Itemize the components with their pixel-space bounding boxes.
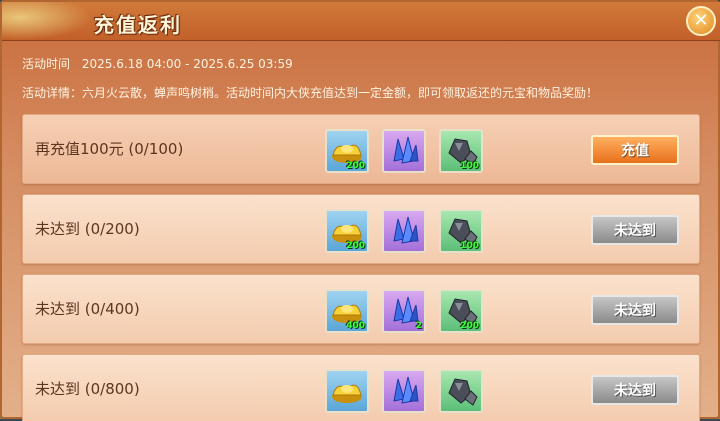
reward-tier-row: 未达到 (0/200) 200 100 未达到 — [22, 194, 700, 264]
reward-quantity: 400 — [346, 321, 365, 331]
activity-time: 活动时间 2025.6.18 04:00 - 2025.6.25 03:59 — [22, 55, 293, 72]
gold-ingot-icon[interactable]: 400 — [325, 289, 369, 333]
ore-stone-icon[interactable] — [439, 369, 483, 413]
blue-crystal-icon[interactable]: 2 — [382, 289, 426, 333]
gold-ingot-icon[interactable]: 200 — [325, 129, 369, 173]
not-reached-button[interactable]: 未达到 — [591, 215, 679, 245]
reward-quantity: 2 — [415, 321, 422, 331]
title-ornament — [2, 2, 92, 40]
tier-progress-label: 再充值100元 (0/100) — [35, 140, 184, 158]
dialog-title: 充值返利 — [94, 13, 182, 37]
reward-quantity: 200 — [346, 161, 365, 171]
activity-time-label: 活动时间 — [22, 57, 71, 71]
activity-detail-label: 活动详情： — [22, 86, 83, 100]
recharge-button[interactable]: 充值 — [591, 135, 679, 165]
reward-tier-row: 再充值100元 (0/100) 200 100 充值 — [22, 114, 700, 184]
reward-quantity: 100 — [460, 241, 479, 251]
title-bar: 充值返利 ✕ — [2, 2, 720, 41]
tier-progress-label: 未达到 (0/200) — [35, 220, 140, 238]
ore-stone-icon[interactable]: 200 — [439, 289, 483, 333]
blue-crystal-icon[interactable] — [382, 129, 426, 173]
tier-progress-label: 未达到 (0/800) — [35, 380, 140, 398]
ore-stone-icon[interactable]: 100 — [439, 129, 483, 173]
reward-quantity: 200 — [460, 321, 479, 331]
blue-crystal-icon[interactable] — [382, 369, 426, 413]
activity-detail-text: 六月火云散，蝉声鸣树梢。活动时间内大侠充值达到一定金额，即可领取返还的元宝和物品… — [82, 86, 599, 100]
blue-crystal-icon[interactable] — [382, 209, 426, 253]
reward-quantity: 100 — [460, 161, 479, 171]
activity-detail: 活动详情：六月火云散，蝉声鸣树梢。活动时间内大侠充值达到一定金额，即可领取返还的… — [22, 84, 598, 101]
gold-ingot-icon[interactable]: 200 — [325, 209, 369, 253]
tier-progress-label: 未达到 (0/400) — [35, 300, 140, 318]
close-icon[interactable]: ✕ — [686, 6, 716, 36]
gold-ingot-icon[interactable] — [325, 369, 369, 413]
dialog-panel: 充值返利 ✕ 活动时间 2025.6.18 04:00 - 2025.6.25 … — [0, 0, 720, 421]
reward-quantity: 200 — [346, 241, 365, 251]
ore-stone-icon[interactable]: 100 — [439, 209, 483, 253]
reward-tier-row: 未达到 (0/400) 400 2 200 未达到 — [22, 274, 700, 344]
reward-tier-row: 未达到 (0/800) 未达到 — [22, 354, 700, 421]
reward-tier-list[interactable]: 再充值100元 (0/100) 200 100 充值 未达到 (0/200) 2… — [16, 114, 706, 421]
activity-time-range: 2025.6.18 04:00 - 2025.6.25 03:59 — [81, 57, 293, 71]
not-reached-button[interactable]: 未达到 — [591, 375, 679, 405]
not-reached-button[interactable]: 未达到 — [591, 295, 679, 325]
